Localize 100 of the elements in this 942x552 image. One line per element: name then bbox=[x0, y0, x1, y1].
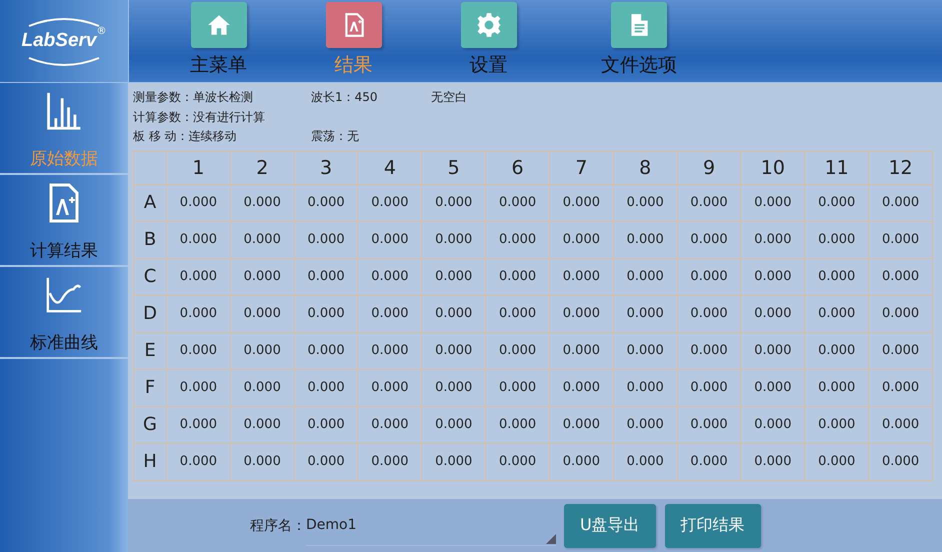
table-cell: 0.000 bbox=[422, 443, 486, 480]
table-cell: 0.000 bbox=[166, 184, 230, 221]
table-cell: 0.000 bbox=[613, 258, 678, 295]
table-cell: 0.000 bbox=[294, 221, 358, 258]
table-cell: 0.000 bbox=[166, 369, 230, 406]
table-cell: 0.000 bbox=[486, 221, 550, 258]
column-header: 6 bbox=[486, 151, 550, 184]
table-cell: 0.000 bbox=[230, 443, 294, 480]
table-cell: 0.000 bbox=[422, 295, 486, 332]
program-label: 程序名： bbox=[250, 516, 306, 534]
table-cell: 0.000 bbox=[358, 406, 422, 443]
column-header: 11 bbox=[804, 151, 869, 184]
action-button[interactable]: 打印结果 bbox=[664, 504, 761, 548]
table-cell: 0.000 bbox=[422, 221, 486, 258]
table-cell: 0.000 bbox=[294, 443, 358, 480]
table-cell: 0.000 bbox=[486, 295, 550, 332]
table-cell: 0.000 bbox=[804, 258, 869, 295]
table-cell: 0.000 bbox=[486, 258, 550, 295]
table-cell: 0.000 bbox=[294, 184, 358, 221]
table-cell: 0.000 bbox=[613, 184, 678, 221]
table-cell: 0.000 bbox=[868, 184, 932, 221]
table-cell: 0.000 bbox=[422, 258, 486, 295]
table-cell: 0.000 bbox=[230, 406, 294, 443]
table-cell: 0.000 bbox=[230, 258, 294, 295]
table-cell: 0.000 bbox=[230, 369, 294, 406]
parameter-text: 无空白 bbox=[431, 89, 467, 106]
table-cell: 0.000 bbox=[422, 332, 486, 369]
table-cell: 0.000 bbox=[358, 369, 422, 406]
table-cell: 0.000 bbox=[677, 406, 741, 443]
nav-tab[interactable]: 文件选项 bbox=[564, 0, 714, 82]
corner-triangle-icon bbox=[546, 534, 556, 544]
table-cell: 0.000 bbox=[230, 221, 294, 258]
table-cell: 0.000 bbox=[804, 295, 869, 332]
row-header: E bbox=[134, 332, 166, 369]
table-cell: 0.000 bbox=[868, 332, 932, 369]
table-cell: 0.000 bbox=[486, 369, 550, 406]
table-cell: 0.000 bbox=[549, 332, 614, 369]
row-header: D bbox=[134, 295, 166, 332]
column-header: 7 bbox=[549, 151, 614, 184]
table-cell: 0.000 bbox=[804, 332, 869, 369]
table-cell: 0.000 bbox=[358, 221, 422, 258]
table-cell: 0.000 bbox=[804, 184, 869, 221]
table-cell: 0.000 bbox=[613, 332, 678, 369]
table-cell: 0.000 bbox=[358, 332, 422, 369]
registered-mark: ® bbox=[96, 26, 106, 37]
nav-tab[interactable]: 设置 bbox=[421, 0, 556, 82]
table-cell: 0.000 bbox=[358, 258, 422, 295]
table-cell: 0.000 bbox=[549, 443, 614, 480]
table-cell: 0.000 bbox=[677, 369, 741, 406]
column-header: 9 bbox=[677, 151, 741, 184]
nav-tab[interactable]: 主菜单 bbox=[151, 0, 286, 82]
table-cell: 0.000 bbox=[740, 258, 805, 295]
table-cell: 0.000 bbox=[549, 258, 614, 295]
table-cell: 0.000 bbox=[740, 406, 805, 443]
table-cell: 0.000 bbox=[166, 406, 230, 443]
table-cell: 0.000 bbox=[549, 295, 614, 332]
table-cell: 0.000 bbox=[868, 369, 932, 406]
table-cell: 0.000 bbox=[358, 443, 422, 480]
action-button[interactable]: U盘导出 bbox=[564, 504, 656, 548]
table-cell: 0.000 bbox=[549, 406, 614, 443]
table-cell: 0.000 bbox=[740, 332, 805, 369]
parameter-text: 板 移 动：连续移动 bbox=[133, 128, 238, 145]
table-cell: 0.000 bbox=[677, 443, 741, 480]
table-cell: 0.000 bbox=[868, 221, 932, 258]
table-cell: 0.000 bbox=[358, 295, 422, 332]
table-cell: 0.000 bbox=[230, 184, 294, 221]
bar-chart-icon bbox=[45, 91, 83, 131]
table-cell: 0.000 bbox=[294, 258, 358, 295]
row-header: F bbox=[134, 369, 166, 406]
table-cell: 0.000 bbox=[613, 443, 678, 480]
parameter-text: 测量参数：单波长检测 bbox=[133, 89, 254, 106]
column-header: 2 bbox=[230, 151, 294, 184]
table-cell: 0.000 bbox=[549, 221, 614, 258]
table-cell: 0.000 bbox=[166, 332, 230, 369]
table-cell: 0.000 bbox=[486, 443, 550, 480]
settings-icon bbox=[476, 12, 502, 38]
table-cell: 0.000 bbox=[294, 295, 358, 332]
parameter-text: 震荡：无 bbox=[311, 128, 360, 145]
table-cell: 0.000 bbox=[549, 369, 614, 406]
table-cell: 0.000 bbox=[166, 295, 230, 332]
column-header: 10 bbox=[740, 151, 805, 184]
table-cell: 0.000 bbox=[740, 443, 805, 480]
table-cell: 0.000 bbox=[613, 295, 678, 332]
row-header: G bbox=[134, 406, 166, 443]
table-cell: 0.000 bbox=[422, 406, 486, 443]
row-header: B bbox=[134, 221, 166, 258]
row-header: C bbox=[134, 258, 166, 295]
table-cell: 0.000 bbox=[740, 184, 805, 221]
table-cell: 0.000 bbox=[677, 258, 741, 295]
program-field[interactable]: Demo1 bbox=[306, 505, 556, 546]
nav-tab[interactable]: 结果 bbox=[286, 0, 421, 82]
curve-chart-icon bbox=[45, 275, 83, 315]
table-cell: 0.000 bbox=[613, 221, 678, 258]
row-header: H bbox=[134, 443, 166, 480]
table-cell: 0.000 bbox=[230, 295, 294, 332]
column-header: 1 bbox=[166, 151, 230, 184]
column-header: 3 bbox=[294, 151, 358, 184]
table-cell: 0.000 bbox=[804, 443, 869, 480]
table-cell: 0.000 bbox=[677, 184, 741, 221]
parameter-text: 波长1：450 bbox=[311, 89, 379, 106]
